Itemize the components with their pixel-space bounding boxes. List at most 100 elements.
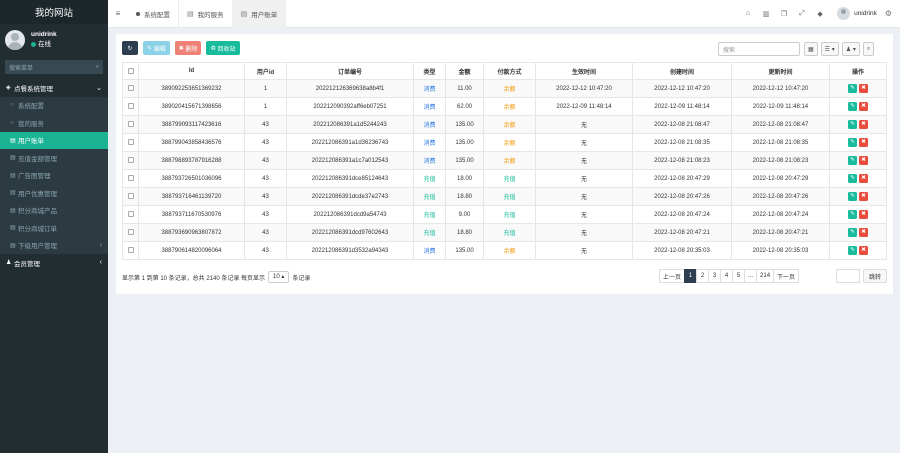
tab-my-service[interactable]: ▤ 我的服务	[179, 0, 233, 28]
table-row[interactable]: 389092253651369232 1 202212126369638a8b4f1…	[122, 79, 887, 98]
row-checkbox[interactable]	[127, 193, 134, 200]
sidebar-item-8[interactable]: ▤ 积分商城订单	[0, 219, 108, 237]
home-icon[interactable]: ⌂	[739, 10, 757, 17]
delete-row-button[interactable]: ✖	[859, 156, 868, 165]
columns-button[interactable]: ☰ ▾	[820, 42, 839, 56]
gear-icon[interactable]: ⚙	[885, 9, 892, 18]
row-checkbox[interactable]	[127, 103, 134, 110]
avatar[interactable]	[837, 7, 851, 20]
fullscreen-icon[interactable]: ⤢	[793, 10, 811, 18]
edit-button[interactable]: ✎ 编辑	[143, 41, 170, 55]
delete-row-button[interactable]: ✖	[859, 228, 868, 237]
column-header[interactable]: Id	[138, 62, 245, 80]
table-row[interactable]: 388793690963807872 43 202212086391dcd97602…	[122, 223, 887, 242]
copy-icon[interactable]: ❐	[775, 10, 793, 18]
row-checkbox[interactable]	[127, 247, 134, 254]
prev-page-button[interactable]: 上一页	[659, 269, 686, 283]
table-row[interactable]: 388798893787916288 43 202212086391a1c7a012…	[122, 151, 887, 170]
edit-row-button[interactable]: ✎	[848, 174, 857, 183]
row-checkbox[interactable]	[127, 121, 134, 128]
edit-row-button[interactable]: ✎	[848, 156, 857, 165]
row-checkbox[interactable]	[127, 85, 134, 92]
edit-row-button[interactable]: ✎	[848, 138, 857, 147]
row-checkbox[interactable]	[127, 229, 134, 236]
export-button[interactable]: ♟ ▾	[841, 42, 860, 56]
sidebar-item-5[interactable]: ▤ 广告图管理	[0, 166, 108, 184]
row-checkbox[interactable]	[127, 211, 134, 218]
table-row[interactable]: 389020415671398656 1 202212090392aff6eb072…	[122, 97, 887, 116]
delete-row-button[interactable]: ✖	[859, 210, 868, 219]
delete-row-button[interactable]: ✖	[859, 246, 868, 255]
next-page-button[interactable]: 下一页	[773, 269, 800, 283]
sidebar-item-3[interactable]: ▤ 用户账单	[0, 131, 108, 149]
sidebar-item-4[interactable]: ▤ 充值金额管理	[0, 149, 108, 167]
page-size-select[interactable]: 10 ▴	[268, 271, 290, 283]
row-select-cell[interactable]	[122, 205, 139, 224]
row-select-cell[interactable]	[122, 97, 139, 116]
delete-button[interactable]: ✖ 删除	[174, 41, 202, 55]
table-row[interactable]: 388793716461139720 43 202212086391dcde37e2…	[122, 187, 887, 206]
column-header[interactable]: 更新时间	[731, 62, 830, 80]
sidebar-item-9[interactable]: ▤ 下级用户管理 ‹	[0, 236, 108, 254]
table-row[interactable]: 388793726501036096 43 202212086391dce85124…	[122, 169, 887, 188]
sidebar-item-1[interactable]: ○ 系统配置	[0, 96, 108, 114]
column-header[interactable]: 付款方式	[483, 62, 536, 80]
row-checkbox[interactable]	[127, 175, 134, 182]
trash-icon[interactable]: ▥	[757, 10, 775, 18]
column-header[interactable]: 金额	[445, 62, 484, 80]
tab-system-config[interactable]: 系统配置	[128, 0, 179, 28]
edit-row-button[interactable]: ✎	[848, 120, 857, 129]
row-select-cell[interactable]	[122, 79, 139, 98]
column-header[interactable]: 操作	[829, 62, 887, 80]
table-row[interactable]: 388799043858436576 43 202212086391a1d36236…	[122, 133, 887, 152]
edit-row-button[interactable]: ✎	[848, 102, 857, 111]
edit-row-button[interactable]: ✎	[848, 228, 857, 237]
cube-icon[interactable]: ◆	[811, 10, 829, 18]
row-select-cell[interactable]	[122, 187, 139, 206]
page-button[interactable]: 214	[756, 269, 775, 283]
column-header[interactable]: 创建时间	[632, 62, 732, 80]
table-row[interactable]: 388799093117423616 43 202212086391a1d52442…	[122, 115, 887, 134]
delete-row-button[interactable]: ✖	[859, 174, 868, 183]
page-jump-button[interactable]: 跳转	[863, 269, 887, 283]
sidebar-item-2[interactable]: ○ 我的服务	[0, 114, 108, 132]
row-select-cell[interactable]	[122, 241, 139, 260]
edit-row-button[interactable]: ✎	[848, 210, 857, 219]
topbar-user-name[interactable]: unidrink	[854, 10, 877, 17]
table-row[interactable]: 388790614820096064 43 202212086391d3532a94…	[122, 241, 887, 260]
site-logo[interactable]: 我的网站	[0, 0, 108, 24]
edit-row-button[interactable]: ✎	[848, 192, 857, 201]
sidebar-item-7[interactable]: ▤ 积分商城产品	[0, 201, 108, 219]
delete-row-button[interactable]: ✖	[859, 120, 868, 129]
column-header[interactable]: 生效时间	[535, 62, 633, 80]
row-select-cell[interactable]	[122, 151, 139, 170]
sidebar-item-10[interactable]: ♟ 会员管理 ‹	[0, 254, 108, 272]
select-all-cell[interactable]	[122, 62, 139, 80]
menu-search-input[interactable]: 搜索菜单 ⌕	[5, 60, 103, 74]
column-header[interactable]: 订单编号	[286, 62, 414, 80]
refresh-button[interactable]: ↻	[122, 41, 138, 55]
tab-user-bill[interactable]: ▤ 用户账单	[232, 0, 287, 28]
row-checkbox[interactable]	[127, 139, 134, 146]
search-input[interactable]: 搜索	[718, 42, 800, 56]
delete-row-button[interactable]: ✖	[859, 192, 868, 201]
select-all-checkbox[interactable]	[127, 67, 134, 74]
column-header[interactable]: 用户id	[244, 62, 287, 80]
column-header[interactable]: 类型	[413, 62, 446, 80]
row-select-cell[interactable]	[122, 133, 139, 152]
row-checkbox[interactable]	[127, 157, 134, 164]
row-select-cell[interactable]	[122, 169, 139, 188]
delete-row-button[interactable]: ✖	[859, 102, 868, 111]
table-row[interactable]: 388793711670530976 43 202212086391dcd9a547…	[122, 205, 887, 224]
delete-row-button[interactable]: ✖	[859, 138, 868, 147]
edit-row-button[interactable]: ✎	[848, 246, 857, 255]
edit-row-button[interactable]: ✎	[848, 84, 857, 93]
sidebar-item-0[interactable]: ◈ 点餐系统管理 ⌄	[0, 79, 108, 97]
sidebar-item-6[interactable]: ▤ 用户优惠管理	[0, 184, 108, 202]
page-jump-input[interactable]	[836, 269, 860, 283]
menu-toggle-icon[interactable]: ≡	[108, 9, 128, 18]
row-select-cell[interactable]	[122, 223, 139, 242]
row-select-cell[interactable]	[122, 115, 139, 134]
delete-row-button[interactable]: ✖	[859, 84, 868, 93]
toggle-view-button[interactable]: ▦	[804, 42, 818, 56]
